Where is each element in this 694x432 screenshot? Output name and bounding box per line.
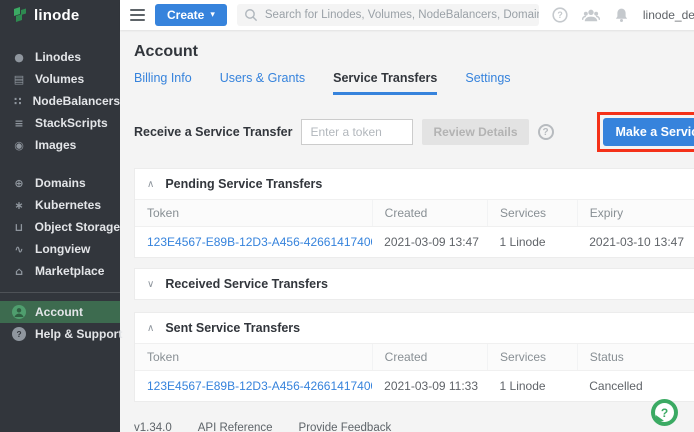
sent-section-title: Sent Service Transfers	[165, 321, 300, 335]
table-row: 123E4567-E89B-12D3-A456-426614174000 202…	[135, 227, 694, 258]
col-token: Token	[135, 200, 372, 227]
received-section-header[interactable]: ∨ Received Service Transfers	[135, 269, 694, 299]
table-row: 123E4567-E89B-12D3-A456-426614174001 202…	[135, 371, 694, 402]
created-cell: 2021-03-09 13:47	[372, 227, 487, 258]
received-section-title: Received Service Transfers	[165, 277, 328, 291]
search-icon	[244, 8, 258, 22]
help-icon[interactable]: ?	[551, 6, 569, 24]
created-cell: 2021-03-09 11:33	[372, 371, 487, 402]
logo-text: linode	[34, 7, 79, 24]
notifications-bell-icon[interactable]	[613, 6, 631, 24]
tab-settings[interactable]: Settings	[465, 71, 510, 95]
chevron-down-icon: ▾	[210, 10, 215, 20]
menu-icon[interactable]	[130, 9, 145, 21]
chevron-up-icon: ∧	[147, 323, 154, 334]
sidebar-item-images[interactable]: ◉ Images	[0, 134, 120, 156]
sidebar-item-help-support[interactable]: ? Help & Support	[0, 323, 120, 345]
status-cell: Cancelled	[577, 371, 694, 402]
provide-feedback-link[interactable]: Provide Feedback	[299, 422, 392, 432]
account-icon	[12, 305, 26, 319]
username[interactable]: linode_demo512	[643, 8, 694, 22]
sent-section-header[interactable]: ∧ Sent Service Transfers	[135, 313, 694, 343]
volumes-icon: ▤	[12, 73, 26, 86]
images-icon: ◉	[12, 139, 26, 152]
search-box	[237, 4, 539, 26]
sidebar-item-object-storage[interactable]: ⊔ Object Storage	[0, 216, 120, 238]
help-chat-bubble[interactable]: ?	[651, 399, 678, 426]
pending-transfers-panel: ∧ Pending Service Transfers Token Create…	[134, 168, 694, 258]
main-content: Account Billing Info Users & Grants Serv…	[120, 30, 694, 432]
review-details-button[interactable]: Review Details	[422, 119, 528, 145]
object-storage-icon: ⊔	[12, 221, 26, 234]
stackscripts-icon: ≡	[12, 117, 26, 130]
sent-transfers-table: Token Created Services Status 123E4567-E…	[135, 343, 694, 401]
received-transfers-panel: ∨ Received Service Transfers	[134, 268, 694, 300]
services-cell: 1 Linode	[488, 227, 578, 258]
col-services: Services	[488, 200, 578, 227]
make-service-transfer-button[interactable]: Make a Service Transfer	[603, 118, 694, 146]
kubernetes-icon: ∗	[12, 199, 26, 212]
app-version: v1.34.0	[134, 422, 172, 432]
linode-logo-icon	[12, 7, 28, 23]
token-link[interactable]: 123E4567-E89B-12D3-A456-426614174001	[147, 379, 372, 393]
col-expiry: Expiry	[577, 200, 694, 227]
chevron-up-icon: ∧	[147, 179, 154, 190]
pending-section-header[interactable]: ∧ Pending Service Transfers	[135, 169, 694, 199]
api-reference-link[interactable]: API Reference	[198, 422, 273, 432]
col-created: Created	[372, 200, 487, 227]
sidebar-item-stackscripts[interactable]: ≡ StackScripts	[0, 112, 120, 134]
receive-help-icon[interactable]: ?	[538, 124, 554, 140]
col-services: Services	[488, 344, 578, 371]
pending-transfers-table: Token Created Services Expiry 123E4567-E…	[135, 199, 694, 257]
sidebar-item-kubernetes[interactable]: ∗ Kubernetes	[0, 194, 120, 216]
sidebar-item-volumes[interactable]: ▤ Volumes	[0, 68, 120, 90]
col-created: Created	[372, 344, 487, 371]
linodes-icon: ●	[12, 51, 26, 64]
top-icons: ?	[551, 6, 631, 24]
sidebar-divider	[0, 292, 120, 293]
tab-billing-info[interactable]: Billing Info	[134, 71, 192, 95]
tab-users-grants[interactable]: Users & Grants	[220, 71, 305, 95]
logo[interactable]: linode	[0, 0, 120, 30]
footer: v1.34.0 API Reference Provide Feedback	[134, 422, 694, 432]
help-chat-question-icon: ?	[655, 403, 674, 422]
svg-text:?: ?	[16, 329, 21, 339]
chevron-down-icon: ∨	[147, 279, 154, 290]
col-status: Status	[577, 344, 694, 371]
marketplace-icon: ⌂	[12, 265, 26, 278]
pending-section-title: Pending Service Transfers	[165, 177, 322, 191]
sidebar-item-linodes[interactable]: ● Linodes	[0, 46, 120, 68]
col-token: Token	[135, 344, 372, 371]
domains-icon: ⊕	[12, 177, 26, 190]
sent-transfers-panel: ∧ Sent Service Transfers Token Created S…	[134, 312, 694, 402]
community-icon[interactable]	[582, 6, 600, 24]
search-input[interactable]	[237, 4, 539, 26]
services-cell: 1 Linode	[488, 371, 578, 402]
token-input[interactable]	[301, 119, 413, 145]
receive-transfer-label: Receive a Service Transfer	[134, 125, 292, 139]
svg-text:?: ?	[557, 10, 562, 20]
sidebar-item-nodebalancers[interactable]: ∷ NodeBalancers	[0, 90, 120, 112]
help-support-icon: ?	[12, 327, 26, 341]
app-window: linode Create ▾ ?	[0, 0, 694, 432]
tab-bar: Billing Info Users & Grants Service Tran…	[134, 71, 694, 95]
nodebalancers-icon: ∷	[12, 95, 24, 108]
page-title: Account	[134, 43, 694, 61]
token-link[interactable]: 123E4567-E89B-12D3-A456-426614174000	[147, 235, 372, 249]
receive-transfer-row: Receive a Service Transfer Review Detail…	[134, 112, 694, 152]
top-bar: Create ▾ ?	[120, 0, 694, 30]
sidebar: ● Linodes ▤ Volumes ∷ NodeBalancers ≡ St…	[0, 30, 120, 432]
sidebar-item-longview[interactable]: ∿ Longview	[0, 238, 120, 260]
longview-icon: ∿	[12, 243, 26, 256]
sidebar-item-domains[interactable]: ⊕ Domains	[0, 172, 120, 194]
tab-service-transfers[interactable]: Service Transfers	[333, 71, 437, 95]
annotation-highlight-box: Make a Service Transfer	[597, 112, 694, 152]
expiry-cell: 2021-03-10 13:47	[577, 227, 694, 258]
sidebar-item-marketplace[interactable]: ⌂ Marketplace	[0, 260, 120, 282]
sidebar-item-account[interactable]: Account	[0, 301, 120, 323]
create-button[interactable]: Create ▾	[155, 4, 227, 26]
